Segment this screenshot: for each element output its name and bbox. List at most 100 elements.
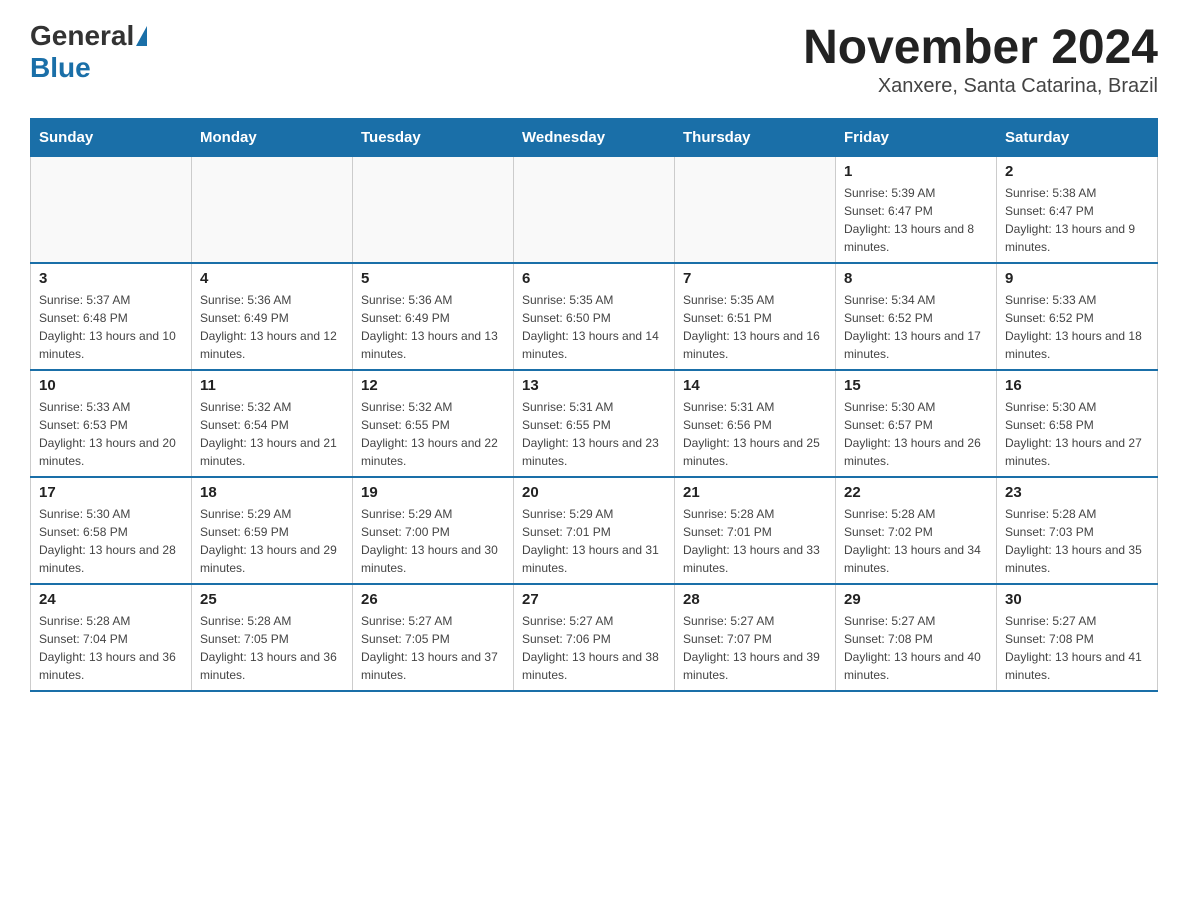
logo-blue-text: Blue bbox=[30, 52, 91, 83]
day-number: 8 bbox=[844, 270, 988, 287]
day-info: Sunrise: 5:28 AMSunset: 7:03 PMDaylight:… bbox=[1005, 505, 1149, 577]
day-info: Sunrise: 5:35 AMSunset: 6:50 PMDaylight:… bbox=[522, 291, 666, 363]
day-info: Sunrise: 5:32 AMSunset: 6:54 PMDaylight:… bbox=[200, 398, 344, 470]
calendar-day-cell: 5Sunrise: 5:36 AMSunset: 6:49 PMDaylight… bbox=[353, 263, 514, 370]
day-info: Sunrise: 5:36 AMSunset: 6:49 PMDaylight:… bbox=[200, 291, 344, 363]
calendar-day-cell: 11Sunrise: 5:32 AMSunset: 6:54 PMDayligh… bbox=[192, 370, 353, 477]
calendar-day-header: Friday bbox=[836, 119, 997, 157]
logo-general-text: General bbox=[30, 20, 134, 52]
calendar-week-row: 1 Sunrise: 5:39 AMSunset: 6:47 PMDaylight… bbox=[31, 157, 1158, 264]
day-number: 25 bbox=[200, 591, 344, 608]
day-number: 30 bbox=[1005, 591, 1149, 608]
calendar-day-header: Thursday bbox=[675, 119, 836, 157]
day-info: Sunrise: 5:38 AMSunset: 6:47 PMDaylight:… bbox=[1005, 184, 1149, 256]
day-info: Sunrise: 5:28 AMSunset: 7:01 PMDaylight:… bbox=[683, 505, 827, 577]
calendar-day-cell: 6 Sunrise: 5:35 AMSunset: 6:50 PMDaylight… bbox=[514, 263, 675, 370]
calendar-day-cell: 29 Sunrise: 5:27 AMSunset: 7:08 PMDayligh… bbox=[836, 584, 997, 691]
day-info: Sunrise: 5:29 AMSunset: 6:59 PMDaylight:… bbox=[200, 505, 344, 577]
day-number: 4 bbox=[200, 270, 344, 287]
day-number: 13 bbox=[522, 377, 666, 394]
calendar-header-row: SundayMondayTuesdayWednesdayThursdayFrid… bbox=[31, 119, 1158, 157]
calendar-week-row: 24 Sunrise: 5:28 AMSunset: 7:04 PMDayligh… bbox=[31, 584, 1158, 691]
calendar-day-cell: 2 Sunrise: 5:38 AMSunset: 6:47 PMDaylight… bbox=[997, 157, 1158, 264]
day-info: Sunrise: 5:27 AMSunset: 7:05 PMDaylight:… bbox=[361, 612, 505, 684]
calendar-day-cell: 23 Sunrise: 5:28 AMSunset: 7:03 PMDayligh… bbox=[997, 477, 1158, 584]
calendar-day-cell: 18Sunrise: 5:29 AMSunset: 6:59 PMDayligh… bbox=[192, 477, 353, 584]
day-number: 7 bbox=[683, 270, 827, 287]
calendar-day-cell: 27Sunrise: 5:27 AMSunset: 7:06 PMDayligh… bbox=[514, 584, 675, 691]
calendar-day-cell: 14 Sunrise: 5:31 AMSunset: 6:56 PMDayligh… bbox=[675, 370, 836, 477]
day-info: Sunrise: 5:31 AMSunset: 6:55 PMDaylight:… bbox=[522, 398, 666, 470]
calendar-day-cell: 4 Sunrise: 5:36 AMSunset: 6:49 PMDaylight… bbox=[192, 263, 353, 370]
title-section: November 2024 Xanxere, Santa Catarina, B… bbox=[803, 20, 1158, 98]
day-number: 9 bbox=[1005, 270, 1149, 287]
day-info: Sunrise: 5:34 AMSunset: 6:52 PMDaylight:… bbox=[844, 291, 988, 363]
day-number: 1 bbox=[844, 163, 988, 180]
day-number: 16 bbox=[1005, 377, 1149, 394]
calendar-day-cell: 9 Sunrise: 5:33 AMSunset: 6:52 PMDaylight… bbox=[997, 263, 1158, 370]
calendar-day-cell: 8 Sunrise: 5:34 AMSunset: 6:52 PMDaylight… bbox=[836, 263, 997, 370]
calendar-day-header: Sunday bbox=[31, 119, 192, 157]
calendar-day-cell: 28 Sunrise: 5:27 AMSunset: 7:07 PMDayligh… bbox=[675, 584, 836, 691]
day-number: 28 bbox=[683, 591, 827, 608]
day-number: 2 bbox=[1005, 163, 1149, 180]
day-info: Sunrise: 5:30 AMSunset: 6:57 PMDaylight:… bbox=[844, 398, 988, 470]
day-info: Sunrise: 5:27 AMSunset: 7:07 PMDaylight:… bbox=[683, 612, 827, 684]
calendar-day-cell bbox=[353, 157, 514, 264]
day-number: 23 bbox=[1005, 484, 1149, 501]
day-info: Sunrise: 5:31 AMSunset: 6:56 PMDaylight:… bbox=[683, 398, 827, 470]
calendar-day-cell: 20 Sunrise: 5:29 AMSunset: 7:01 PMDayligh… bbox=[514, 477, 675, 584]
day-info: Sunrise: 5:30 AMSunset: 6:58 PMDaylight:… bbox=[39, 505, 183, 577]
calendar-day-cell: 12 Sunrise: 5:32 AMSunset: 6:55 PMDayligh… bbox=[353, 370, 514, 477]
calendar-day-cell bbox=[675, 157, 836, 264]
calendar-day-cell: 19 Sunrise: 5:29 AMSunset: 7:00 PMDayligh… bbox=[353, 477, 514, 584]
calendar-day-cell: 30Sunrise: 5:27 AMSunset: 7:08 PMDayligh… bbox=[997, 584, 1158, 691]
calendar-day-cell: 25 Sunrise: 5:28 AMSunset: 7:05 PMDayligh… bbox=[192, 584, 353, 691]
day-info: Sunrise: 5:33 AMSunset: 6:52 PMDaylight:… bbox=[1005, 291, 1149, 363]
calendar-day-cell: 13 Sunrise: 5:31 AMSunset: 6:55 PMDayligh… bbox=[514, 370, 675, 477]
calendar-day-cell: 17 Sunrise: 5:30 AMSunset: 6:58 PMDayligh… bbox=[31, 477, 192, 584]
day-number: 10 bbox=[39, 377, 183, 394]
day-info: Sunrise: 5:28 AMSunset: 7:05 PMDaylight:… bbox=[200, 612, 344, 684]
calendar-day-header: Tuesday bbox=[353, 119, 514, 157]
calendar-day-cell: 24 Sunrise: 5:28 AMSunset: 7:04 PMDayligh… bbox=[31, 584, 192, 691]
calendar-day-cell: 1 Sunrise: 5:39 AMSunset: 6:47 PMDaylight… bbox=[836, 157, 997, 264]
day-number: 6 bbox=[522, 270, 666, 287]
day-number: 22 bbox=[844, 484, 988, 501]
day-info: Sunrise: 5:30 AMSunset: 6:58 PMDaylight:… bbox=[1005, 398, 1149, 470]
calendar-day-header: Monday bbox=[192, 119, 353, 157]
day-info: Sunrise: 5:37 AMSunset: 6:48 PMDaylight:… bbox=[39, 291, 183, 363]
day-info: Sunrise: 5:36 AMSunset: 6:49 PMDaylight:… bbox=[361, 291, 505, 363]
calendar-week-row: 10 Sunrise: 5:33 AMSunset: 6:53 PMDayligh… bbox=[31, 370, 1158, 477]
day-number: 14 bbox=[683, 377, 827, 394]
day-number: 17 bbox=[39, 484, 183, 501]
day-number: 24 bbox=[39, 591, 183, 608]
day-number: 21 bbox=[683, 484, 827, 501]
calendar-day-cell: 16 Sunrise: 5:30 AMSunset: 6:58 PMDayligh… bbox=[997, 370, 1158, 477]
calendar-day-cell: 22Sunrise: 5:28 AMSunset: 7:02 PMDayligh… bbox=[836, 477, 997, 584]
month-title: November 2024 bbox=[803, 20, 1158, 75]
day-number: 29 bbox=[844, 591, 988, 608]
day-number: 3 bbox=[39, 270, 183, 287]
day-number: 12 bbox=[361, 377, 505, 394]
calendar-day-cell: 21 Sunrise: 5:28 AMSunset: 7:01 PMDayligh… bbox=[675, 477, 836, 584]
calendar-day-cell: 26 Sunrise: 5:27 AMSunset: 7:05 PMDayligh… bbox=[353, 584, 514, 691]
calendar-week-row: 17 Sunrise: 5:30 AMSunset: 6:58 PMDayligh… bbox=[31, 477, 1158, 584]
day-number: 26 bbox=[361, 591, 505, 608]
day-info: Sunrise: 5:29 AMSunset: 7:01 PMDaylight:… bbox=[522, 505, 666, 577]
day-info: Sunrise: 5:28 AMSunset: 7:04 PMDaylight:… bbox=[39, 612, 183, 684]
day-info: Sunrise: 5:39 AMSunset: 6:47 PMDaylight:… bbox=[844, 184, 988, 256]
calendar-day-cell: 7Sunrise: 5:35 AMSunset: 6:51 PMDaylight… bbox=[675, 263, 836, 370]
calendar-day-cell bbox=[192, 157, 353, 264]
day-info: Sunrise: 5:33 AMSunset: 6:53 PMDaylight:… bbox=[39, 398, 183, 470]
day-number: 19 bbox=[361, 484, 505, 501]
day-info: Sunrise: 5:27 AMSunset: 7:08 PMDaylight:… bbox=[844, 612, 988, 684]
day-number: 27 bbox=[522, 591, 666, 608]
calendar-day-cell: 3 Sunrise: 5:37 AMSunset: 6:48 PMDaylight… bbox=[31, 263, 192, 370]
calendar-day-header: Saturday bbox=[997, 119, 1158, 157]
day-info: Sunrise: 5:32 AMSunset: 6:55 PMDaylight:… bbox=[361, 398, 505, 470]
day-info: Sunrise: 5:29 AMSunset: 7:00 PMDaylight:… bbox=[361, 505, 505, 577]
logo: General Blue bbox=[30, 20, 149, 84]
calendar-day-cell bbox=[514, 157, 675, 264]
day-number: 20 bbox=[522, 484, 666, 501]
